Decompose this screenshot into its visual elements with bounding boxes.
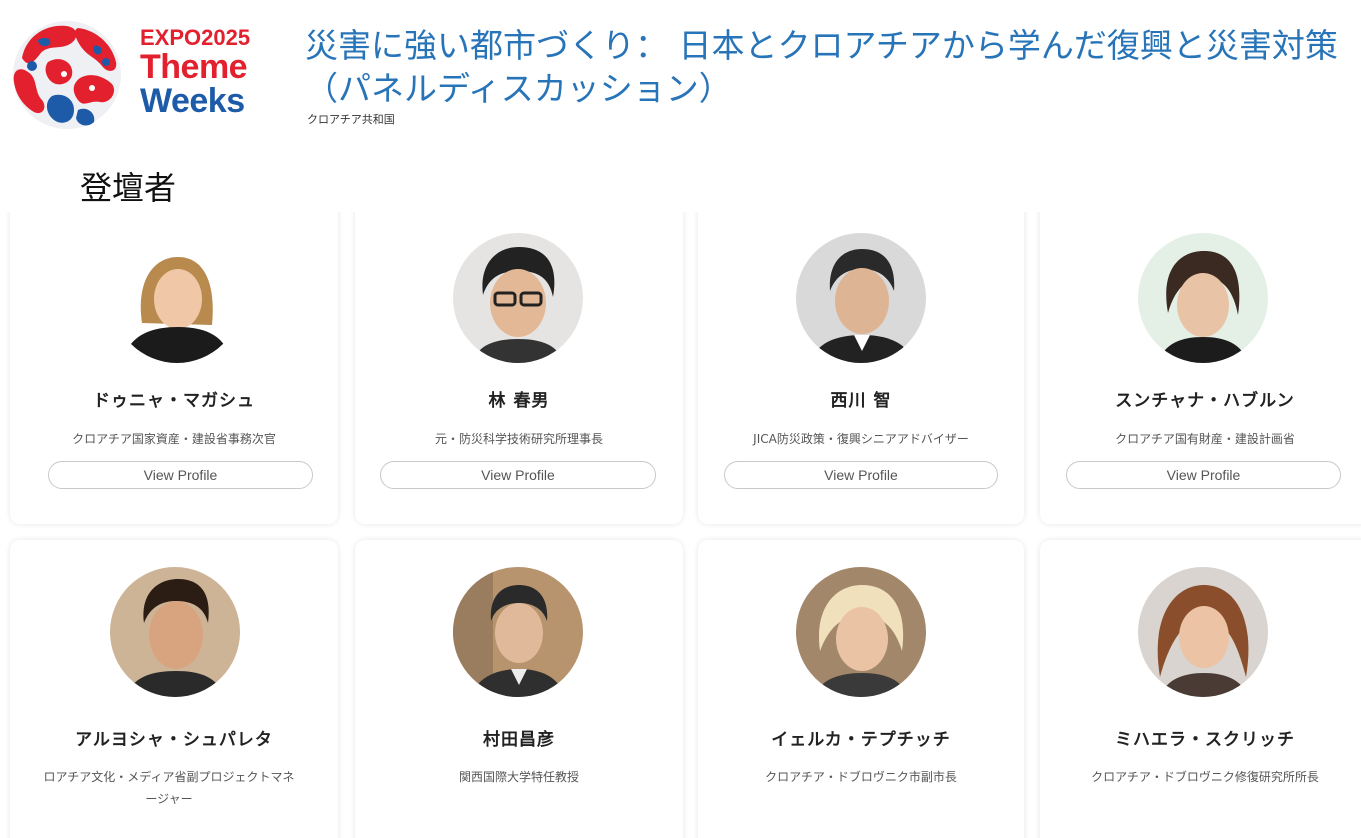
speaker-name: アルヨシャ・シュパレタ	[75, 730, 273, 750]
speaker-role: クロアチア・ドブロヴニク修復研究所所長	[1091, 770, 1319, 784]
speaker-card: 西川 智 JICA防災政策・復興シニアアドバイザー View Profile	[698, 212, 1024, 524]
speaker-avatar	[796, 233, 926, 363]
speaker-name: 西川 智	[830, 391, 892, 411]
expo-logo-wordmark: EXPO2025 Theme Weeks	[140, 25, 280, 120]
logo-expo-text: EXPO2025	[140, 25, 251, 50]
speaker-card: アルヨシャ・シュパレタ ロアチア文化・メディア省副プロジェクトマネージャー	[10, 540, 338, 838]
view-profile-button[interactable]: View Profile	[1066, 461, 1341, 489]
speaker-role: JICA防災政策・復興シニアアドバイザー	[753, 432, 969, 446]
speaker-name: 林 春男	[488, 391, 550, 411]
speaker-card: イェルカ・テプチッチ クロアチア・ドブロヴニク市副市長	[698, 540, 1024, 838]
view-profile-button[interactable]: View Profile	[48, 461, 313, 489]
view-profile-button[interactable]: View Profile	[380, 461, 656, 489]
speaker-avatar	[112, 233, 242, 363]
speaker-name: イェルカ・テプチッチ	[771, 730, 951, 750]
speaker-card: スンチャナ・ハブルン クロアチア国有財産・建設計画省 View Profile	[1040, 212, 1361, 524]
speaker-avatar	[453, 233, 583, 363]
speaker-role: 関西国際大学特任教授	[458, 770, 579, 784]
speaker-name: 村田昌彦	[483, 730, 555, 750]
speaker-role: 元・防災科学技術研究所理事長	[434, 432, 603, 446]
view-profile-button[interactable]: View Profile	[724, 461, 998, 489]
speaker-card: 林 春男 元・防災科学技術研究所理事長 View Profile	[355, 212, 683, 524]
speaker-name: ミハエラ・スクリッチ	[1115, 730, 1295, 750]
speakers-heading: 登壇者	[80, 169, 177, 207]
logo-weeks-text: Weeks	[140, 82, 245, 120]
speaker-avatar	[453, 567, 583, 697]
speaker-role: クロアチア国家資産・建設省事務次官	[72, 432, 276, 446]
speaker-avatar	[1138, 233, 1268, 363]
event-country: クロアチア共和国	[307, 113, 395, 126]
speaker-role: クロアチア・ドブロヴニク市副市長	[765, 770, 957, 784]
speaker-card: 村田昌彦 関西国際大学特任教授	[355, 540, 683, 838]
event-header: EXPO2025 Theme Weeks 災害に強い都市づくり： 日本とクロアチ…	[0, 0, 1361, 140]
event-title: 災害に強い都市づくり： 日本とクロアチアから学んだ復興と災害対策（パネルディスカ…	[305, 26, 1338, 108]
speaker-avatar	[110, 567, 240, 697]
speaker-card: ドゥニャ・マガシュ クロアチア国家資産・建設省事務次官 View Profile	[10, 212, 338, 524]
speaker-grid: ドゥニャ・マガシュ クロアチア国家資産・建設省事務次官 View Profile…	[0, 212, 1361, 838]
speaker-avatar	[796, 567, 926, 697]
expo-logo-icon	[8, 18, 126, 132]
speaker-name: スンチャナ・ハブルン	[1115, 391, 1295, 411]
logo-theme-text: Theme	[140, 48, 248, 86]
speaker-card: ミハエラ・スクリッチ クロアチア・ドブロヴニク修復研究所所長	[1040, 540, 1361, 838]
speaker-name: ドゥニャ・マガシュ	[93, 391, 255, 411]
speaker-avatar	[1138, 567, 1268, 697]
speaker-role: クロアチア国有財産・建設計画省	[1115, 432, 1295, 446]
speaker-role: ロアチア文化・メディア省副プロジェクトマネージャー	[43, 770, 295, 806]
